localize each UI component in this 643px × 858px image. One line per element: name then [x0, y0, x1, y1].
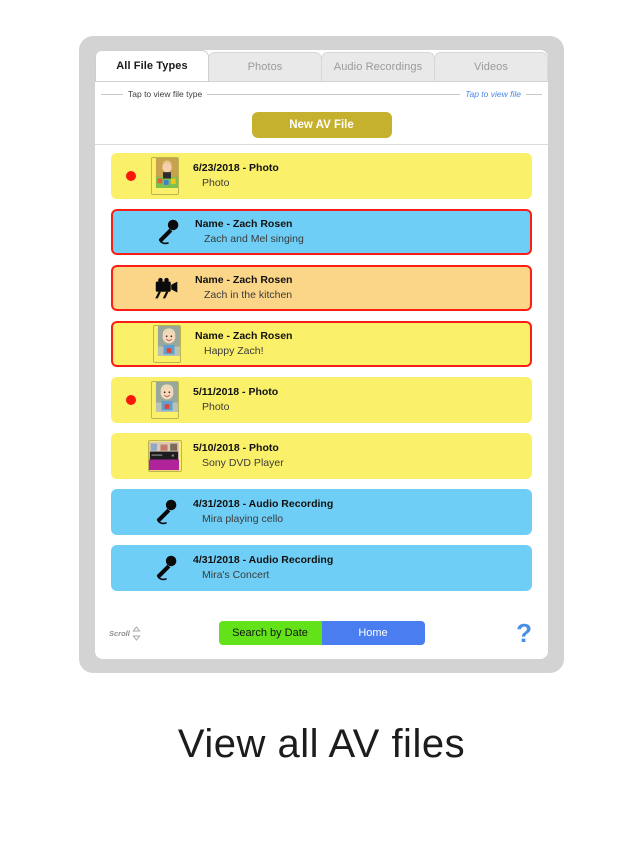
file-list-item[interactable]: 5/11/2018 - Photo Photo — [111, 377, 532, 423]
tab-label: Videos — [473, 61, 509, 73]
tab-photos[interactable]: Photos — [208, 52, 322, 82]
file-list-item[interactable]: Name - Zach Rosen Zach in the kitchen — [111, 265, 532, 311]
file-list-item[interactable]: Name - Zach Rosen Zach and Mel singing — [111, 209, 532, 255]
dvd-player-thumb-icon — [149, 441, 179, 471]
row-media — [143, 381, 187, 419]
new-av-file-button[interactable]: New AV File — [251, 112, 392, 138]
annotation-leader-right — [526, 93, 542, 95]
row-text: 6/23/2018 - Photo Photo — [187, 161, 524, 191]
tab-label: Photos — [247, 61, 283, 73]
photo-thumbnail — [148, 440, 182, 472]
file-list-item[interactable]: 4/31/2018 - Audio Recording Mira's Conce… — [111, 545, 532, 591]
bottom-button-group-wrap: Search by Date Home — [95, 621, 548, 645]
row-media — [143, 440, 187, 472]
row-text: Name - Zach Rosen Zach in the kitchen — [189, 273, 522, 303]
file-subtitle: Mira's Concert — [202, 569, 270, 581]
scroll-stepper[interactable]: Scroll — [109, 625, 141, 641]
scroll-label: Scroll — [109, 628, 130, 638]
child-smiling-thumb-icon — [157, 326, 180, 356]
row-text: 5/11/2018 - Photo Photo — [187, 385, 524, 415]
device-frame: All File Types Photos Audio Recordings V… — [79, 36, 564, 673]
row-media — [143, 157, 187, 195]
photo-thumbnail — [151, 381, 179, 419]
new-file-row: New AV File — [95, 106, 548, 144]
app-screen: All File Types Photos Audio Recordings V… — [95, 50, 548, 659]
row-text: Name - Zach Rosen Zach and Mel singing — [189, 217, 522, 247]
tab-bar: All File Types Photos Audio Recordings V… — [95, 50, 548, 82]
tab-label: All File Types — [116, 60, 188, 72]
file-subtitle: Sony DVD Player — [202, 457, 284, 469]
microphone-icon — [156, 555, 177, 581]
row-text: 5/10/2018 - Photo Sony DVD Player — [187, 441, 524, 471]
annotation-tap-file-type: Tap to view file type — [128, 89, 203, 99]
file-subtitle: Mira playing cello — [202, 513, 284, 525]
file-list-item[interactable]: 5/10/2018 - Photo Sony DVD Player — [111, 433, 532, 479]
annotation-leader-left — [101, 93, 123, 95]
page-caption: View all AV files — [177, 722, 466, 766]
file-list-item[interactable]: 6/23/2018 - Photo Photo — [111, 153, 532, 199]
file-title: 5/11/2018 - Photo — [193, 386, 279, 398]
photo-thumbnail — [151, 157, 179, 195]
tab-label: Audio Recordings — [333, 61, 423, 73]
record-dot-slot — [119, 171, 143, 181]
home-button[interactable]: Home — [321, 621, 425, 645]
tab-all-file-types[interactable]: All File Types — [95, 50, 209, 82]
row-media — [145, 217, 189, 247]
row-text: Name - Zach Rosen Happy Zach! — [189, 329, 522, 359]
video-camera-icon — [155, 277, 178, 299]
file-subtitle: Zach in the kitchen — [204, 289, 293, 301]
row-text: 4/31/2018 - Audio Recording Mira playing… — [187, 497, 524, 527]
row-media — [145, 273, 189, 303]
file-subtitle: Photo — [202, 401, 230, 413]
annotation-row: Tap to view file type Tap to view file — [95, 82, 548, 106]
file-subtitle: Zach and Mel singing — [204, 233, 304, 245]
file-title: Name - Zach Rosen — [195, 330, 293, 342]
file-title: Name - Zach Rosen — [195, 218, 293, 230]
annotation-leader-middle — [207, 93, 461, 95]
row-media — [143, 497, 187, 527]
file-subtitle: Happy Zach! — [204, 345, 264, 357]
file-list-item[interactable]: 4/31/2018 - Audio Recording Mira playing… — [111, 489, 532, 535]
screenshot-root: All File Types Photos Audio Recordings V… — [0, 0, 643, 858]
photo-thumbnail — [153, 325, 181, 363]
stepper-up-down-icon[interactable] — [132, 625, 141, 641]
record-dot-icon — [126, 395, 136, 405]
file-title: 6/23/2018 - Photo — [193, 162, 279, 174]
file-title: 5/10/2018 - Photo — [193, 442, 279, 454]
annotation-tap-file: Tap to view file — [465, 89, 521, 99]
child-smiling-thumb-icon — [155, 382, 178, 412]
record-dot-slot — [119, 395, 143, 405]
file-title: 4/31/2018 - Audio Recording — [193, 498, 334, 510]
row-media — [145, 325, 189, 363]
child-blocks-thumb-icon — [155, 158, 178, 188]
file-title: Name - Zach Rosen — [195, 274, 293, 286]
record-dot-icon — [126, 171, 136, 181]
tab-audio-recordings[interactable]: Audio Recordings — [321, 52, 435, 82]
microphone-icon — [158, 219, 179, 245]
file-list-item[interactable]: Name - Zach Rosen Happy Zach! — [111, 321, 532, 367]
bottom-bar: Scroll Search by Date Home ? — [95, 607, 548, 659]
file-subtitle: Photo — [202, 177, 230, 189]
row-text: 4/31/2018 - Audio Recording Mira's Conce… — [187, 553, 524, 583]
bottom-button-group: Search by Date Home — [218, 621, 425, 645]
help-icon[interactable]: ? — [516, 620, 534, 646]
search-by-date-button[interactable]: Search by Date — [218, 621, 322, 645]
file-title: 4/31/2018 - Audio Recording — [193, 554, 334, 566]
microphone-icon — [156, 499, 177, 525]
row-media — [143, 553, 187, 583]
tab-videos[interactable]: Videos — [434, 52, 548, 82]
file-list[interactable]: 6/23/2018 - Photo Photo Name - Zach Rose… — [95, 145, 548, 607]
